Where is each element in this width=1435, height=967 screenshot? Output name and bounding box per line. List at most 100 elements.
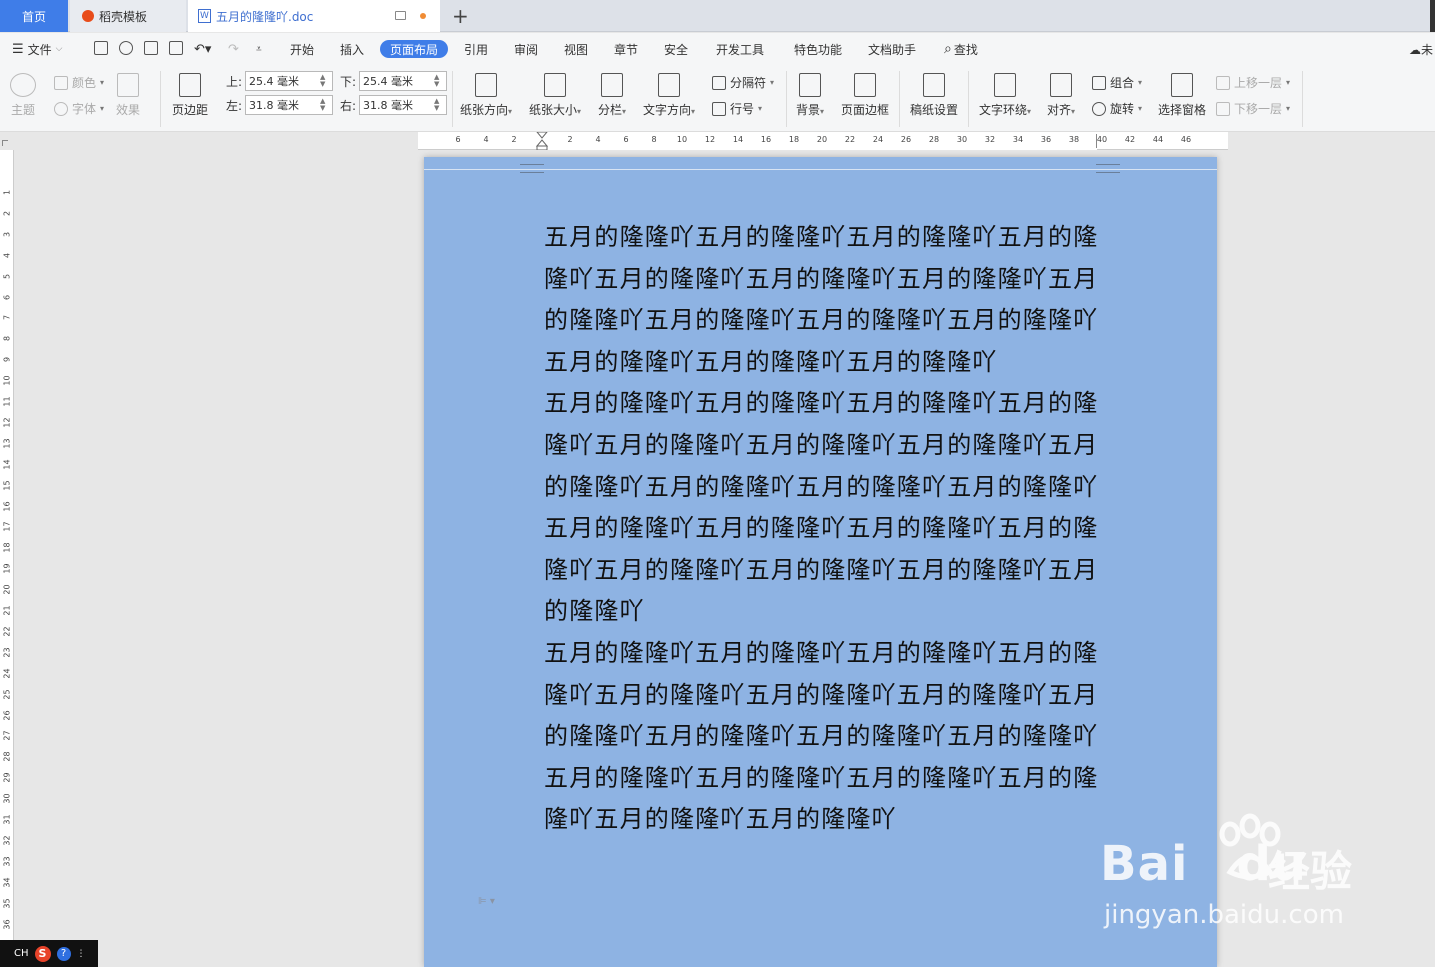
left-margin-label: 左:: [226, 98, 243, 113]
bottom-margin-spinner[interactable]: ▲ ▼: [434, 74, 439, 88]
rotate-button[interactable]: 旋转 ▾: [1092, 100, 1142, 117]
menu-bar: ☰ 文件 ⌵ ↶▾ ↷ ⩡ 开始 插入 页面布局 引用 审阅 视图 章节 安全 …: [0, 33, 1435, 65]
breaks-button[interactable]: 分隔符 ▾: [712, 74, 774, 91]
new-tab-button[interactable]: +: [452, 4, 469, 28]
paper-size-text: 纸张大小: [529, 103, 578, 117]
ruler-tick: 8: [2, 336, 12, 342]
margins-button[interactable]: 页边距: [172, 73, 208, 118]
watermark-url: jingyan.baidu.com: [1104, 900, 1344, 930]
paragraph[interactable]: 五月的隆隆吖五月的隆隆吖五月的隆隆吖五月的隆隆吖五月的隆隆吖五月的隆隆吖五月的隆…: [544, 633, 1100, 758]
menu-item-view[interactable]: 视图: [564, 40, 588, 58]
selection-pane-button[interactable]: 选择窗格: [1158, 73, 1206, 118]
right-margin-spinner[interactable]: ▲ ▼: [434, 98, 439, 112]
hamburger-icon: ☰: [12, 41, 24, 57]
ruler-tick: 12: [2, 417, 12, 428]
bottom-margin-group: 下: ▲▼: [340, 71, 448, 91]
menu-item-insert[interactable]: 插入: [340, 40, 364, 58]
text-direction-button[interactable]: 文字方向▾: [643, 73, 695, 118]
ruler-tick: 28: [928, 135, 940, 144]
undo-icon[interactable]: ↶▾: [194, 40, 211, 58]
ruler-corner-icon: [2, 140, 8, 146]
format-painter-icon[interactable]: [119, 41, 133, 55]
paragraph[interactable]: 五月的隆隆吖五月的隆隆吖五月的隆隆吖五月的隆隆吖五月的隆隆吖五月的隆隆吖: [544, 758, 1100, 841]
divider: [786, 71, 787, 127]
search-button[interactable]: ⌕ 查找: [944, 40, 978, 58]
ruler-tick: 38: [1068, 135, 1080, 144]
effect-button[interactable]: 效果: [116, 73, 140, 118]
tab-bar: 首页 稻壳模板 W 五月的隆隆吖.doc +: [0, 0, 1435, 32]
ruler-tick: 6: [2, 294, 12, 300]
menu-item-developer[interactable]: 开发工具: [716, 40, 764, 58]
baidu-jingyan-watermark: Bai du 经验 jingyan.baidu.com: [1100, 812, 1400, 942]
menu-item-security[interactable]: 安全: [664, 40, 688, 58]
menu-item-chapter[interactable]: 章节: [614, 40, 638, 58]
divider: [452, 71, 453, 127]
breaks-label: 分隔符: [730, 76, 767, 90]
ruler-tick: 15: [2, 480, 12, 491]
theme-button[interactable]: 主题: [10, 73, 36, 118]
menu-item-features[interactable]: 特色功能: [794, 40, 842, 58]
align-button[interactable]: 对齐▾: [1047, 73, 1075, 118]
orientation-button[interactable]: 纸张方向▾: [460, 73, 512, 118]
menu-item-doc-assistant[interactable]: 文档助手: [868, 40, 916, 58]
tab-document[interactable]: W 五月的隆隆吖.doc: [188, 0, 440, 32]
ime-menu-icon[interactable]: ⋮: [77, 949, 86, 959]
text-wrap-label: 文字环绕▾: [979, 103, 1032, 117]
baidu-logo-part1: Bai: [1100, 836, 1189, 892]
ruler-tick: 20: [2, 584, 12, 595]
paragraph-layout-icon[interactable]: ⊫ ▾: [478, 896, 495, 907]
horizontal-ruler[interactable]: 6 4 2 2 4 6 8 10 12 14 16 18 20 22 24 26 28 30 32 34 36 38…: [418, 131, 1228, 151]
save-icon[interactable]: [94, 41, 108, 55]
tab-home[interactable]: 首页: [0, 0, 68, 32]
color-button[interactable]: 颜色 ▾: [54, 74, 104, 91]
paragraph[interactable]: 五月的隆隆吖五月的隆隆吖五月的隆隆吖五月的隆隆吖五月的隆隆吖五月的隆隆吖五月的隆…: [544, 217, 1100, 383]
bring-forward-button[interactable]: 上移一层 ▾: [1216, 74, 1290, 91]
theme-label: 主题: [10, 103, 35, 117]
send-backward-button[interactable]: 下移一层 ▾: [1216, 100, 1290, 117]
indent-marker[interactable]: [535, 131, 549, 151]
help-icon[interactable]: ?: [56, 946, 71, 961]
menu-item-review[interactable]: 审阅: [514, 40, 538, 58]
font-button[interactable]: 字体 ▾: [54, 100, 104, 117]
background-button[interactable]: 背景▾: [796, 73, 824, 118]
top-margin-spinner[interactable]: ▲ ▼: [320, 74, 325, 88]
vertical-ruler[interactable]: 1 2 3 4 5 6 7 8 9 10 11 12 13 14 15 16 17 18 19 20 21 22 23 24 2…: [0, 150, 14, 940]
ime-language[interactable]: CH: [14, 948, 29, 959]
columns-button[interactable]: 分栏▾: [598, 73, 626, 118]
left-margin-spinner[interactable]: ▲ ▼: [320, 98, 325, 112]
document-body[interactable]: 五月的隆隆吖五月的隆隆吖五月的隆隆吖五月的隆隆吖五月的隆隆吖五月的隆隆吖五月的隆…: [544, 217, 1100, 841]
ruler-tick: 36: [1040, 135, 1052, 144]
print-preview-icon[interactable]: [169, 41, 183, 55]
ruler-tick: 33: [2, 856, 12, 867]
monitor-icon[interactable]: [395, 11, 406, 20]
tab-template[interactable]: 稻壳模板: [70, 0, 186, 32]
group-button[interactable]: 组合 ▾: [1092, 74, 1142, 91]
menu-item-page-layout[interactable]: 页面布局: [380, 40, 449, 58]
ruler-tick: 16: [760, 135, 772, 144]
ruler-tick: 18: [2, 542, 12, 553]
print-icon[interactable]: [144, 41, 158, 55]
line-numbers-button[interactable]: 行号 ▾: [712, 100, 762, 117]
ruler-tick: 12: [704, 135, 716, 144]
effect-icon: [117, 73, 139, 97]
file-menu[interactable]: ☰ 文件 ⌵: [12, 40, 63, 58]
paragraph[interactable]: 五月的隆隆吖五月的隆隆吖五月的隆隆吖五月的隆隆吖五月的隆隆吖五月的隆隆吖五月的隆…: [544, 508, 1100, 633]
document-page[interactable]: 五月的隆隆吖五月的隆隆吖五月的隆隆吖五月的隆隆吖五月的隆隆吖五月的隆隆吖五月的隆…: [424, 157, 1217, 967]
bring-forward-icon: [1216, 75, 1230, 90]
manuscript-label: 稿纸设置: [910, 103, 959, 117]
cloud-status[interactable]: ☁未: [1409, 41, 1433, 58]
paragraph[interactable]: 五月的隆隆吖五月的隆隆吖五月的隆隆吖五月的隆隆吖五月的隆隆吖五月的隆隆吖五月的隆…: [544, 383, 1100, 508]
bottom-margin-label: 下:: [340, 74, 357, 89]
unsaved-dot-icon: [420, 13, 426, 19]
quick-access-more-icon[interactable]: ⩡: [256, 40, 262, 58]
ime-toolbar[interactable]: CH S ? ⋮: [0, 940, 98, 967]
ruler-tick: 26: [900, 135, 912, 144]
text-wrap-button[interactable]: 文字环绕▾: [979, 73, 1031, 118]
menu-item-references[interactable]: 引用: [464, 40, 488, 58]
page-border-button[interactable]: 页面边框: [841, 73, 889, 118]
redo-icon[interactable]: ↷: [228, 40, 239, 58]
paper-size-button[interactable]: 纸张大小▾: [529, 73, 581, 118]
manuscript-button[interactable]: 稿纸设置: [910, 73, 958, 118]
sogou-icon[interactable]: S: [34, 945, 51, 962]
menu-item-start[interactable]: 开始: [290, 40, 314, 58]
